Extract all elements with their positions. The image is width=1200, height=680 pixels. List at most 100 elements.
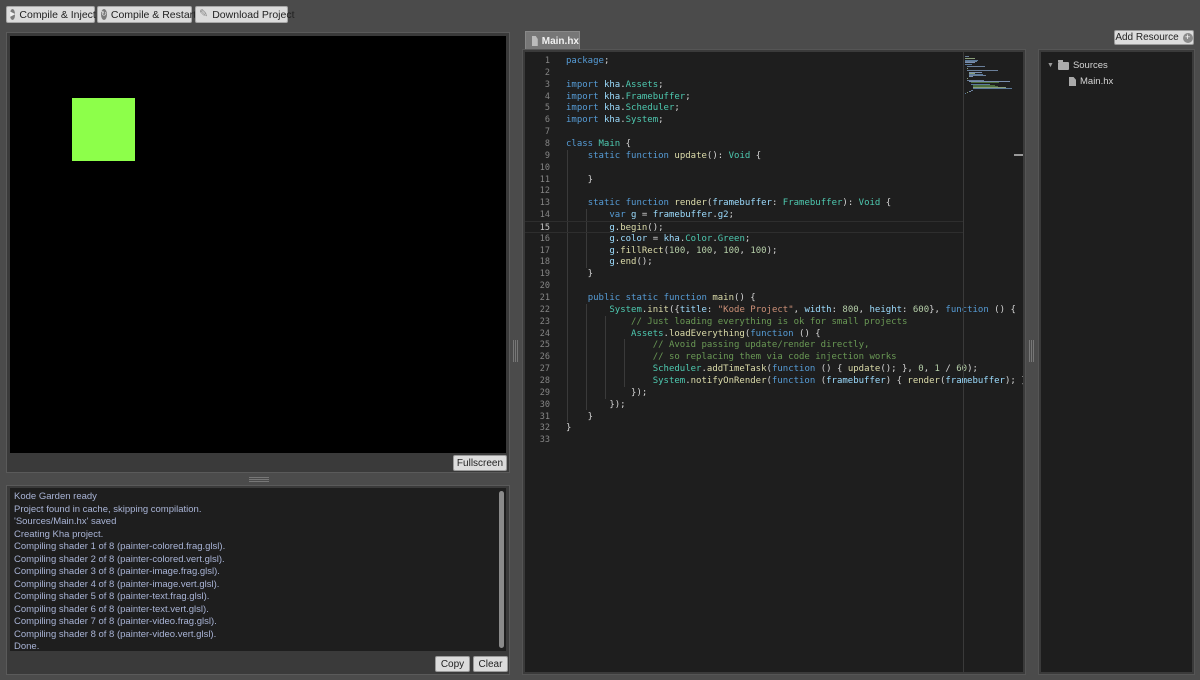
code-line[interactable]: 10 <box>525 162 963 174</box>
code-text: g.fillRect(100, 100, 100, 100); <box>609 245 778 256</box>
resource-tree: ▼ Sources Main.hx <box>1041 52 1192 672</box>
code-line[interactable]: 32} <box>525 422 963 434</box>
fullscreen-label: Fullscreen <box>456 457 504 469</box>
line-number: 19 <box>539 269 550 280</box>
line-number: 1 <box>544 56 550 66</box>
code-text: Scheduler.addTimeTask(function () { upda… <box>652 364 978 375</box>
preview-panel: Fullscreen <box>6 32 510 473</box>
tab-main-hx[interactable]: Main.hx <box>525 31 580 50</box>
code-text: } <box>566 269 594 280</box>
file-icon <box>1069 77 1076 86</box>
code-text: var g = framebuffer.g2; <box>609 210 735 221</box>
code-line[interactable]: 16 g.color = kha.Color.Green; <box>525 233 963 245</box>
code-line[interactable]: 21 public static function main() { <box>525 292 963 304</box>
code-line[interactable]: 18 g.end(); <box>525 256 963 268</box>
code-line[interactable]: 29 }); <box>525 387 963 399</box>
line-number: 2 <box>544 67 550 78</box>
line-number: 7 <box>544 127 550 138</box>
code-text: // Just loading everything is ok for sma… <box>631 316 908 327</box>
line-number: 27 <box>539 364 550 375</box>
code-text: // so replacing them via code injection … <box>652 352 897 363</box>
code-line[interactable]: 8 class Main { <box>525 138 963 150</box>
console-line: Compiling shader 2 of 8 (painter-colored… <box>14 553 225 565</box>
code-text: import kha.Assets; <box>566 79 664 90</box>
code-line[interactable]: 2 <box>525 67 963 79</box>
code-line[interactable]: 30 }); <box>525 399 963 411</box>
minimap-line <box>967 77 968 79</box>
minimap-line <box>965 62 975 63</box>
code-line[interactable]: 1 package; <box>525 55 963 67</box>
green-rectangle <box>72 98 135 161</box>
copy-button[interactable]: Copy <box>435 656 470 672</box>
line-number: 4 <box>544 91 550 102</box>
code-line[interactable]: 25 // Avoid passing update/render direct… <box>525 339 963 351</box>
line-number: 16 <box>539 233 550 244</box>
tree-folder-sources[interactable]: ▼ Sources <box>1047 59 1108 71</box>
compile-restart-label: Compile & Restart <box>110 8 197 21</box>
code-line[interactable]: 5 import kha.Scheduler; <box>525 102 963 114</box>
code-text: g.end(); <box>609 257 653 268</box>
compile-inject-button[interactable]: ▶ Compile & Inject <box>6 6 96 23</box>
code-text: System.init({title: "Kode Project", widt… <box>609 304 1016 315</box>
code-line[interactable]: 24 Assets.loadEverything(function () { <box>525 328 963 340</box>
code-line[interactable]: 26 // so replacing them via code injecti… <box>525 351 963 363</box>
console-line: Creating Kha project. <box>14 528 104 540</box>
line-number: 30 <box>539 399 550 410</box>
code-line[interactable]: 13 static function render(framebuffer: F… <box>525 197 963 209</box>
code-line[interactable]: 9 static function update(): Void { <box>525 150 963 162</box>
file-icon <box>532 36 538 46</box>
editor-scrollbar-thumb[interactable] <box>1014 154 1023 156</box>
code-line[interactable]: 22 System.init({title: "Kode Project", w… <box>525 304 1016 316</box>
code-line[interactable]: 28 System.notifyOnRender(function (frame… <box>525 375 1023 387</box>
left-splitter[interactable] <box>513 340 518 362</box>
console-scrollbar[interactable] <box>499 491 504 648</box>
console-line: Compiling shader 8 of 8 (painter-video.v… <box>14 628 217 640</box>
line-number: 3 <box>544 79 550 90</box>
line-number: 12 <box>539 186 550 197</box>
code-line[interactable]: 17 g.fillRect(100, 100, 100, 100); <box>525 245 963 257</box>
console-panel: Kode Garden ready Project found in cache,… <box>6 485 510 675</box>
code-line[interactable]: 31 } <box>525 411 963 423</box>
line-number: 5 <box>544 103 550 114</box>
minimap[interactable] <box>965 56 1015 96</box>
code-line[interactable]: 23 // Just loading everything is ok for … <box>525 316 963 328</box>
code-line[interactable]: 33 <box>525 434 963 446</box>
line-number: 22 <box>539 304 550 315</box>
code-line[interactable]: 4 import kha.Framebuffer; <box>525 91 963 103</box>
minimap-line <box>965 93 966 95</box>
preview-canvas[interactable] <box>10 36 506 453</box>
code-line[interactable]: 27 Scheduler.addTimeTask(function () { u… <box>525 363 978 375</box>
clear-button[interactable]: Clear <box>473 656 508 672</box>
right-splitter[interactable] <box>1029 340 1034 362</box>
refresh-icon: ↻ <box>101 9 107 20</box>
console-line: Compiling shader 6 of 8 (painter-text.ve… <box>14 603 209 615</box>
console-line: Compiling shader 3 of 8 (painter-image.f… <box>14 566 220 577</box>
folder-label: Sources <box>1072 60 1108 71</box>
add-resource-button[interactable]: Add Resource + <box>1114 30 1194 45</box>
code-line[interactable]: 6 import kha.System; <box>525 114 963 126</box>
code-text: }); <box>566 399 626 410</box>
preview-console-splitter[interactable] <box>249 477 269 482</box>
minimap-divider <box>963 52 964 672</box>
plus-icon: + <box>1182 32 1193 43</box>
code-text: static function update(): Void { <box>587 150 762 161</box>
line-number: 11 <box>539 174 550 185</box>
compile-restart-button[interactable]: ↻ Compile & Restart <box>97 6 196 23</box>
console-line: Compiling shader 1 of 8 (painter-colored… <box>14 541 226 552</box>
code-line[interactable]: 15 g.begin(); <box>525 220 963 233</box>
console-line: Done. <box>14 641 40 651</box>
code-line[interactable]: 12 <box>525 185 963 197</box>
code-editor[interactable]: 33 32} 31 } 30 }); 29 }); 28 System.notifyOnR… <box>525 52 1023 672</box>
line-number: 17 <box>539 245 550 256</box>
code-line[interactable]: 14 var g = framebuffer.g2; <box>525 209 963 221</box>
code-line[interactable]: 11 } <box>525 174 963 186</box>
fullscreen-button[interactable]: Fullscreen <box>453 455 507 471</box>
code-line[interactable]: 20 <box>525 280 963 292</box>
code-line[interactable]: 3 import kha.Assets; <box>525 79 963 91</box>
tree-file-main-hx[interactable]: Main.hx <box>1069 76 1113 87</box>
code-line[interactable]: 19 } <box>525 268 963 280</box>
download-project-button[interactable]: ✎ Download Project <box>195 6 295 23</box>
code-line[interactable]: 7 <box>525 126 963 138</box>
folder-icon <box>1057 59 1069 70</box>
line-number: 24 <box>539 328 550 339</box>
